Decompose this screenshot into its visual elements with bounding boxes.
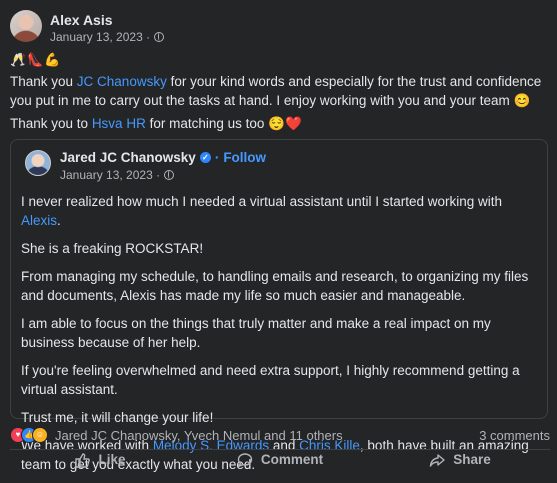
shared-header: Jared JC Chanowsky ✓ · Follow (60, 150, 266, 165)
post-meta: January 13, 2023 · (50, 30, 165, 44)
shared-date[interactable]: January 13, 2023 · (60, 168, 160, 182)
like-button[interactable]: Like (10, 451, 190, 468)
text: Thank you to (10, 116, 92, 131)
divider (10, 449, 550, 450)
like-label: Like (98, 452, 126, 467)
reaction-names[interactable]: Jared JC Chanowsky, Yvech Nemul and 11 o… (55, 428, 343, 443)
facebook-post: Alex Asis January 13, 2023 · 🥂👠💪 Thank y… (0, 0, 557, 472)
shared-paragraph-4: I am able to focus on the things that tr… (21, 316, 491, 350)
comment-icon (237, 452, 253, 467)
shared-author-avatar[interactable] (25, 150, 51, 176)
shared-paragraph-6: Trust me, it will change your life! (21, 410, 214, 425)
shared-meta: January 13, 2023 · (60, 168, 175, 182)
text: Thank you (10, 74, 77, 89)
shared-paragraph-1: I never realized how much I needed a vir… (21, 192, 539, 230)
follow-dot: · (214, 150, 220, 165)
author-avatar[interactable] (10, 10, 42, 42)
author-name[interactable]: Alex Asis (50, 12, 113, 28)
post-paragraph-1: Thank you JC Chanowsky for your kind wor… (10, 72, 550, 110)
shared-paragraph-5: If you're feeling overwhelmed and need e… (21, 363, 520, 397)
thumbs-up-icon (75, 452, 91, 468)
shared-author-name[interactable]: Jared JC Chanowsky (60, 150, 196, 165)
emoji-line: 🥂👠💪 (10, 52, 62, 67)
share-label: Share (453, 452, 491, 467)
comment-count[interactable]: 3 comments (479, 428, 550, 443)
share-icon (430, 453, 445, 467)
post-paragraph-2: Thank you to Hsva HR for matching us too… (10, 114, 550, 133)
comment-label: Comment (260, 452, 324, 467)
shared-paragraph-3: From managing my schedule, to handling e… (21, 269, 529, 303)
globe-icon (154, 32, 165, 42)
reaction-icons[interactable]: ♥ 👍 ☺ (10, 427, 48, 443)
follow-button[interactable]: Follow (223, 150, 266, 165)
comment-button[interactable]: Comment (190, 451, 370, 468)
mention-hsva-hr[interactable]: Hsva HR (92, 116, 146, 131)
mention-alexis[interactable]: Alexis (21, 213, 57, 228)
care-reaction-icon: ☺ (32, 427, 48, 443)
share-button[interactable]: Share (370, 451, 550, 468)
globe-icon (164, 170, 175, 180)
reactions-row: ♥ 👍 ☺ Jared JC Chanowsky, Yvech Nemul an… (10, 426, 550, 444)
verified-badge-icon: ✓ (199, 152, 211, 163)
text: for matching us too 😌❤️ (145, 116, 302, 131)
shared-paragraph-2: She is a freaking ROCKSTAR! (21, 241, 204, 256)
action-bar: Like Comment Share (10, 451, 550, 468)
text: . (57, 213, 61, 228)
text: I never realized how much I needed a vir… (21, 194, 502, 209)
post-date[interactable]: January 13, 2023 · (50, 30, 150, 44)
shared-post[interactable]: Jared JC Chanowsky ✓ · Follow January 13… (10, 139, 548, 472)
mention-jc-chanowsky[interactable]: JC Chanowsky (77, 74, 167, 89)
